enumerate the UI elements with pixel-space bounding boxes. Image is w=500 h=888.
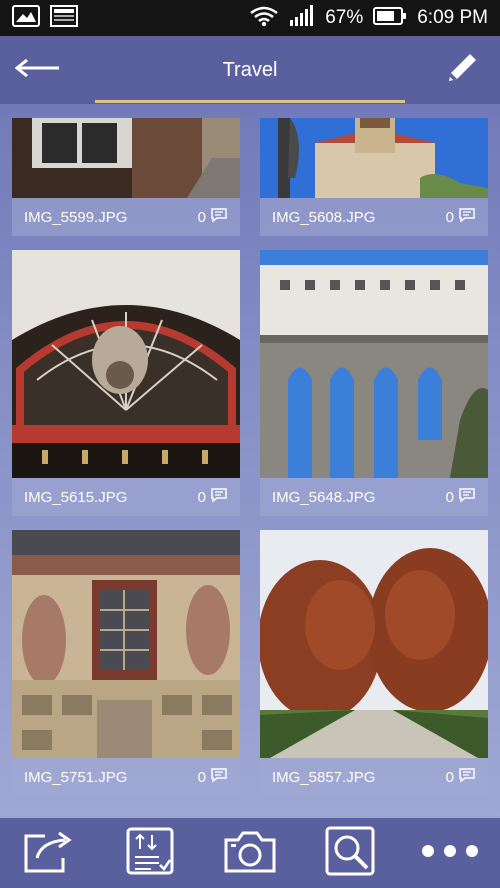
comment-icon bbox=[458, 487, 476, 507]
edit-button[interactable] bbox=[438, 46, 486, 94]
photo-thumbnail[interactable] bbox=[260, 250, 488, 478]
comment-icon bbox=[210, 487, 228, 507]
gallery-icon bbox=[50, 4, 78, 32]
search-button[interactable] bbox=[320, 823, 380, 883]
photo-thumbnail[interactable] bbox=[12, 118, 240, 198]
comment-icon bbox=[458, 207, 476, 227]
photo-tile[interactable]: IMG_5599.JPG 0 bbox=[12, 118, 240, 236]
photo-filename: IMG_5608.JPG bbox=[272, 208, 376, 226]
photo-tile[interactable]: IMG_5608.JPG 0 bbox=[260, 118, 488, 236]
wifi-icon bbox=[249, 5, 279, 32]
image-icon bbox=[12, 4, 40, 32]
comment-count[interactable]: 0 bbox=[198, 207, 228, 227]
comment-count[interactable]: 0 bbox=[446, 207, 476, 227]
photo-caption: IMG_5857.JPG 0 bbox=[260, 758, 488, 796]
photo-grid: IMG_5599.JPG 0 IMG_5608.JPG 0 IMG_5615.J… bbox=[0, 104, 500, 818]
more-icon bbox=[420, 843, 480, 864]
photo-tile[interactable]: IMG_5648.JPG 0 bbox=[260, 250, 488, 516]
comment-count[interactable]: 0 bbox=[198, 767, 228, 787]
camera-icon bbox=[223, 828, 277, 879]
photo-filename: IMG_5648.JPG bbox=[272, 488, 376, 506]
back-button[interactable] bbox=[14, 46, 62, 94]
battery-percent: 67% bbox=[325, 7, 364, 28]
share-button[interactable] bbox=[20, 823, 80, 883]
comment-count[interactable]: 0 bbox=[446, 487, 476, 507]
pencil-icon bbox=[443, 49, 481, 92]
photo-filename: IMG_5857.JPG bbox=[272, 768, 376, 786]
camera-button[interactable] bbox=[220, 823, 280, 883]
photo-thumbnail[interactable] bbox=[260, 118, 488, 198]
clock: 6:09 PM bbox=[417, 7, 488, 28]
title-underline bbox=[95, 100, 405, 103]
page-title: Travel bbox=[222, 58, 278, 81]
sort-button[interactable] bbox=[120, 823, 180, 883]
photo-caption: IMG_5751.JPG 0 bbox=[12, 758, 240, 796]
photo-thumbnail[interactable] bbox=[12, 530, 240, 758]
bottom-toolbar bbox=[0, 818, 500, 888]
search-icon bbox=[325, 826, 375, 881]
share-icon bbox=[23, 828, 77, 879]
photo-caption: IMG_5648.JPG 0 bbox=[260, 478, 488, 516]
photo-filename: IMG_5599.JPG bbox=[24, 208, 128, 226]
photo-filename: IMG_5751.JPG bbox=[24, 768, 128, 786]
comment-icon bbox=[458, 767, 476, 787]
comment-icon bbox=[210, 207, 228, 227]
photo-tile[interactable]: IMG_5615.JPG 0 bbox=[12, 250, 240, 516]
photo-caption: IMG_5608.JPG 0 bbox=[260, 198, 488, 236]
comment-count[interactable]: 0 bbox=[446, 767, 476, 787]
battery-icon bbox=[373, 6, 407, 31]
more-button[interactable] bbox=[420, 823, 480, 883]
photo-thumbnail[interactable] bbox=[12, 250, 240, 478]
photo-caption: IMG_5599.JPG 0 bbox=[12, 198, 240, 236]
signal-icon bbox=[289, 4, 315, 32]
photo-caption: IMG_5615.JPG 0 bbox=[12, 478, 240, 516]
action-bar: Travel bbox=[0, 36, 500, 104]
status-bar: 67% 6:09 PM bbox=[0, 0, 500, 36]
photo-tile[interactable]: IMG_5751.JPG 0 bbox=[12, 530, 240, 796]
photo-thumbnail[interactable] bbox=[260, 530, 488, 758]
sort-icon bbox=[126, 827, 174, 880]
comment-icon bbox=[210, 767, 228, 787]
comment-count[interactable]: 0 bbox=[198, 487, 228, 507]
back-arrow-icon bbox=[14, 58, 61, 83]
photo-filename: IMG_5615.JPG bbox=[24, 488, 128, 506]
photo-tile[interactable]: IMG_5857.JPG 0 bbox=[260, 530, 488, 796]
